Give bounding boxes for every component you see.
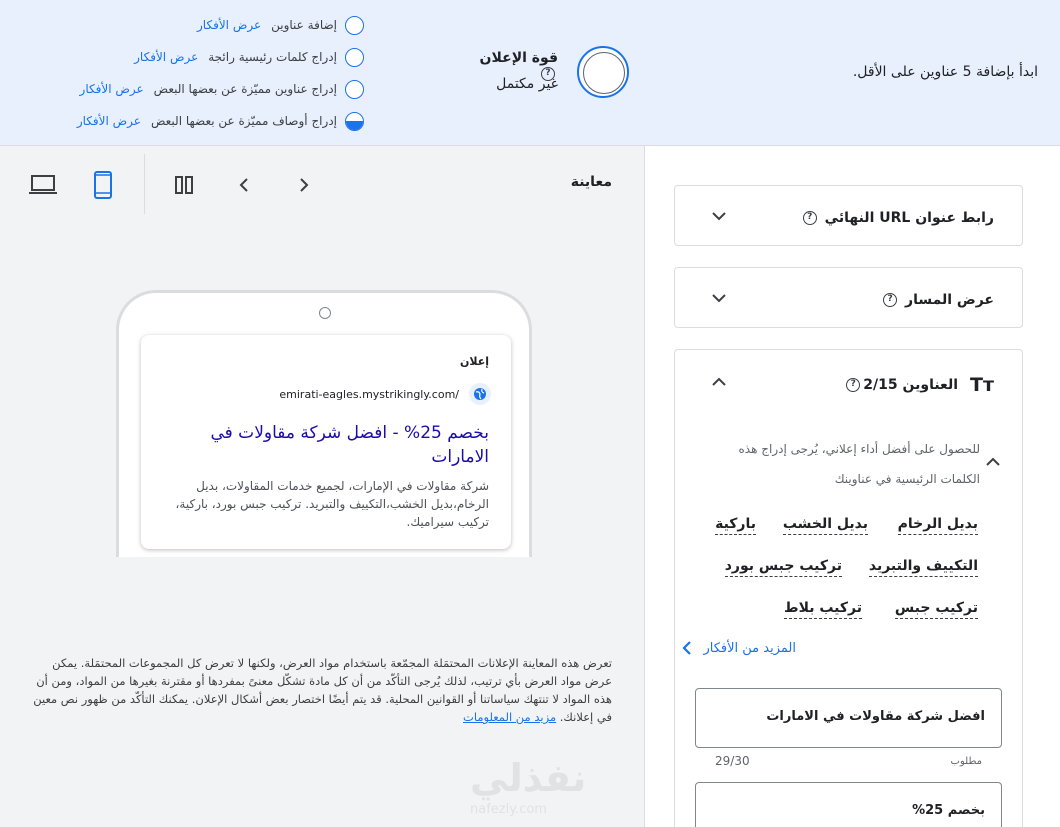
keyword-chip[interactable]: بديل الرخام (897, 514, 978, 535)
desktop-icon[interactable] (28, 170, 58, 200)
tip-status-icon (345, 79, 364, 99)
keyword-chip[interactable]: باركية (715, 514, 756, 535)
view-ideas-link[interactable]: عرض الأفكار (80, 82, 144, 96)
watermark-logo: نفذلي (470, 756, 587, 800)
tip-row: إدراج عناوين مميّزة عن بعضها البعض عرض ا… (30, 78, 364, 100)
headlines-title: Tт العناوين 2/15 ? (843, 374, 994, 396)
more-ideas-label: المزيد من الأفكار (703, 640, 797, 656)
toolbar-divider (144, 154, 145, 214)
chevron-left-icon (681, 641, 691, 655)
help-icon[interactable]: ? (883, 293, 898, 307)
columns-icon[interactable] (169, 170, 199, 200)
section-label: عرض المسار (905, 292, 994, 308)
chevron-up-icon[interactable] (985, 454, 1001, 470)
keyword-chip[interactable]: تركيب بلاط (784, 598, 862, 619)
ad-label: إعلان (459, 355, 489, 368)
ad-headline[interactable]: بخصم 25% - افضل شركة مقاولات في الامارات (159, 421, 489, 469)
ad-strength-gauge (577, 46, 629, 98)
headlines-section: Tт العناوين 2/15 ? للحصول على أفضل أداء … (674, 349, 1023, 827)
display-path-section[interactable]: عرض المسار ? (674, 267, 1023, 328)
display-path-title: عرض المسار ? (880, 292, 994, 308)
tip-status-half-icon (345, 111, 364, 131)
globe-icon (469, 383, 491, 405)
headline-input[interactable] (715, 709, 985, 724)
phone-cutoff (116, 557, 532, 560)
tip-row: إدراج كلمات رئيسية رائجة عرض الأفكار (30, 46, 364, 68)
more-ideas-link[interactable]: المزيد من الأفكار (681, 640, 797, 656)
headline-input[interactable] (715, 803, 985, 818)
banner-message: ابدأ بإضافة 5 عناوين على الأقل. (852, 64, 1038, 80)
final-url-title: رابط عنوان URL النهائي ? (800, 210, 994, 226)
next-icon[interactable] (289, 170, 319, 200)
ad-strength-status: غير مكتمل (496, 76, 558, 92)
chevron-down-icon[interactable] (711, 290, 727, 306)
tip-row: إضافة عناوين عرض الأفكار (30, 14, 364, 36)
ad-strength-banner: ابدأ بإضافة 5 عناوين على الأقل. قوة الإع… (0, 0, 1060, 146)
preview-pane: معاينة إعلان emirati-eagles.mystrikingly… (0, 146, 645, 827)
final-url-section[interactable]: رابط عنوان URL النهائي ? (674, 185, 1023, 246)
tip-text: إدراج عناوين مميّزة عن بعضها البعض (153, 82, 337, 96)
tip-row: إدراج أوصاف مميّزة عن بعضها البعض عرض ال… (30, 110, 364, 132)
section-label: رابط عنوان URL النهائي (824, 210, 994, 226)
mobile-icon[interactable] (88, 170, 118, 200)
ad-preview-card[interactable]: إعلان emirati-eagles.mystrikingly.com/ ب… (141, 335, 511, 549)
view-ideas-link[interactable]: عرض الأفكار (197, 18, 261, 32)
help-icon[interactable]: ? (802, 211, 817, 225)
tip-status-icon (345, 47, 364, 67)
help-icon[interactable]: ? (846, 378, 861, 392)
section-label: العناوين 2/15 (863, 377, 959, 393)
tip-text: إدراج أوصاف مميّزة عن بعضها البعض (150, 114, 337, 128)
watermark-url: nafezly.com (470, 802, 547, 817)
ad-display-url: emirati-eagles.mystrikingly.com/ (279, 387, 459, 401)
tip-text: إدراج كلمات رئيسية رائجة (208, 50, 337, 64)
ad-strength-label: قوة الإعلان (479, 50, 558, 66)
keywords-hint: للحصول على أفضل أداء إعلاني، يُرجى إدراج… (738, 442, 980, 486)
headline-field[interactable] (695, 688, 1002, 748)
required-label: مطلوب (950, 756, 982, 767)
view-ideas-link[interactable]: عرض الأفكار (134, 50, 198, 64)
text-format-icon: Tт (970, 374, 994, 396)
preview-disclaimer: تعرض هذه المعاينة الإعلانات المحتمَلة ال… (32, 654, 612, 726)
tip-status-icon (345, 15, 364, 35)
preview-title: معاينة (570, 174, 612, 190)
view-ideas-link[interactable]: عرض الأفكار (77, 114, 141, 128)
ad-url-row: emirati-eagles.mystrikingly.com/ (279, 383, 491, 405)
keyword-chip[interactable]: التكييف والتبريد (868, 556, 978, 577)
chevron-up-icon[interactable] (711, 374, 727, 390)
learn-more-link[interactable]: مزيد من المعلومات (463, 710, 556, 724)
keyword-chip[interactable]: تركيب جبس بورد (724, 556, 842, 577)
keyword-chip[interactable]: بديل الخشب (782, 514, 868, 535)
tip-text: إضافة عناوين (271, 18, 337, 32)
headline-field[interactable] (695, 782, 1002, 827)
keyword-chip[interactable]: تركيب جبس (894, 598, 978, 619)
char-counter: 29/30 (715, 754, 750, 768)
ad-description: شركة مقاولات في الإمارات، لجميع خدمات ال… (175, 479, 489, 529)
editor-pane: رابط عنوان URL النهائي ? عرض المسار ? Tт… (645, 146, 1060, 827)
prev-icon[interactable] (229, 170, 259, 200)
phone-frame: إعلان emirati-eagles.mystrikingly.com/ ب… (116, 290, 532, 560)
chevron-down-icon[interactable] (711, 208, 727, 224)
